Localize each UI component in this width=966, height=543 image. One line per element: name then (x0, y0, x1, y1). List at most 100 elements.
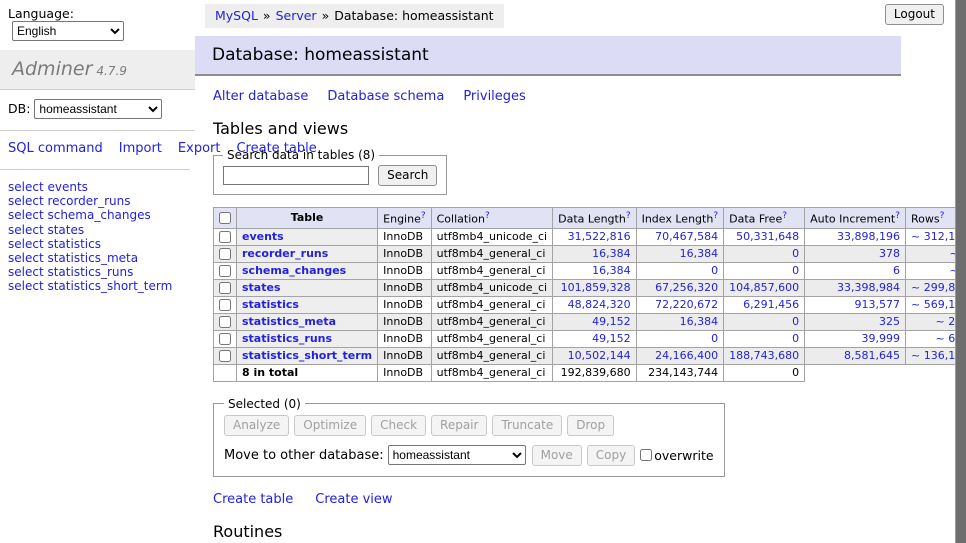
auto-increment-value[interactable]: 378 (879, 247, 900, 260)
data-free-value[interactable]: 0 (792, 332, 799, 345)
index-length-value[interactable]: 67,256,320 (655, 281, 718, 294)
row-checkbox[interactable] (219, 282, 231, 294)
row-checkbox[interactable] (219, 265, 231, 277)
overwrite-checkbox[interactable] (640, 449, 652, 461)
select-all-checkbox[interactable] (219, 212, 231, 224)
repair-button[interactable]: Repair (431, 415, 487, 436)
main-inner: Alter databaseDatabase schemaPrivileges … (195, 76, 966, 543)
sidebar-select-states[interactable]: select states (8, 223, 187, 237)
auto-increment-value[interactable]: 325 (879, 315, 900, 328)
search-legend: Search data in tables (8) (223, 148, 379, 162)
sidebar-select-schema-changes[interactable]: select schema_changes (8, 208, 187, 222)
engine-cell: InnoDB (378, 347, 431, 364)
data-free-value[interactable]: 0 (792, 264, 799, 277)
rows-help-link[interactable]: ? (940, 211, 945, 221)
auto-increment-value[interactable]: 913,577 (855, 298, 901, 311)
data-free-value[interactable]: 0 (792, 247, 799, 260)
sql-command-link[interactable]: SQL command (8, 141, 103, 156)
table-link[interactable]: recorder_runs (242, 247, 328, 260)
data-length-value[interactable]: 31,522,816 (568, 230, 631, 243)
row-checkbox[interactable] (219, 333, 231, 345)
data-length-value[interactable]: 10,502,144 (568, 349, 631, 362)
search-fieldset: Search data in tables (8) Search (213, 148, 447, 195)
column-header-auto-increment: Auto Increment (810, 213, 895, 226)
data-free-value[interactable]: 6,291,456 (743, 298, 799, 311)
auto-increment-help-link[interactable]: ? (895, 211, 900, 221)
optimize-button[interactable]: Optimize (294, 415, 366, 436)
row-checkbox[interactable] (219, 248, 231, 260)
sidebar-select-statistics-runs[interactable]: select statistics_runs (8, 265, 187, 279)
column-header-data-length: Data Length (558, 213, 626, 226)
data-length-value[interactable]: 49,152 (592, 332, 631, 345)
copy-button[interactable]: Copy (587, 445, 635, 466)
breadcrumb-server-link[interactable]: Server (276, 8, 317, 23)
data-free-help-link[interactable]: ? (782, 211, 787, 221)
data-length-value[interactable]: 16,384 (592, 264, 631, 277)
check-button[interactable]: Check (371, 415, 426, 436)
language-select[interactable]: English (12, 21, 124, 41)
index-length-value[interactable]: 0 (711, 264, 718, 277)
index-length-value[interactable]: 16,384 (680, 247, 719, 260)
row-checkbox[interactable] (219, 350, 231, 362)
overwrite-label[interactable]: overwrite (654, 448, 713, 463)
index-length-help-link[interactable]: ? (713, 211, 718, 221)
privileges-link[interactable]: Privileges (463, 89, 526, 104)
sidebar-select-statistics-short-term[interactable]: select statistics_short_term (8, 279, 187, 293)
table-link[interactable]: schema_changes (242, 264, 346, 277)
index-length-value[interactable]: 0 (711, 332, 718, 345)
index-length-value[interactable]: 24,166,400 (655, 349, 718, 362)
sidebar-select-events[interactable]: select events (8, 180, 187, 194)
engine-help-link[interactable]: ? (421, 211, 426, 221)
index-length-value[interactable]: 70,467,584 (655, 230, 718, 243)
data-length-help-link[interactable]: ? (626, 211, 631, 221)
move-button[interactable]: Move (532, 445, 582, 466)
data-free-value[interactable]: 50,331,648 (736, 230, 799, 243)
table-link[interactable]: statistics (242, 298, 299, 311)
row-checkbox[interactable] (219, 316, 231, 328)
import-link[interactable]: Import (119, 141, 162, 156)
search-button[interactable]: Search (378, 165, 437, 186)
data-length-value[interactable]: 101,859,328 (561, 281, 631, 294)
auto-increment-value[interactable]: 6 (893, 264, 900, 277)
data-free-value[interactable]: 104,857,600 (729, 281, 799, 294)
sidebar-select-recorder-runs[interactable]: select recorder_runs (8, 194, 187, 208)
search-input[interactable] (223, 166, 369, 185)
move-label: Move to other database: (224, 448, 384, 463)
db-select[interactable]: homeassistant (34, 99, 162, 119)
auto-increment-value[interactable]: 8,581,645 (844, 349, 900, 362)
truncate-button[interactable]: Truncate (492, 415, 562, 436)
data-free-value[interactable]: 0 (792, 315, 799, 328)
data-length-value[interactable]: 49,152 (592, 315, 631, 328)
table-link[interactable]: statistics_runs (242, 332, 332, 345)
data-length-value[interactable]: 48,824,320 (568, 298, 631, 311)
drop-button[interactable]: Drop (567, 415, 614, 436)
engine-cell: InnoDB (378, 313, 431, 330)
vertical-scrollbar[interactable] (955, 0, 966, 543)
sidebar-select-statistics-meta[interactable]: select statistics_meta (8, 251, 187, 265)
index-length-value[interactable]: 72,220,672 (655, 298, 718, 311)
alter-database-link[interactable]: Alter database (213, 89, 308, 104)
data-free-value[interactable]: 188,743,680 (729, 349, 799, 362)
table-link[interactable]: states (242, 281, 281, 294)
collation-cell: utf8mb4_general_ci (431, 330, 552, 347)
index-length-value[interactable]: 16,384 (680, 315, 719, 328)
collation-help-link[interactable]: ? (485, 211, 490, 221)
table-link[interactable]: statistics_meta (242, 315, 336, 328)
create-table-link[interactable]: Create table (213, 492, 293, 507)
auto-increment-value[interactable]: 39,999 (862, 332, 901, 345)
auto-increment-value[interactable]: 33,398,984 (837, 281, 900, 294)
auto-increment-value[interactable]: 33,898,196 (837, 230, 900, 243)
row-checkbox[interactable] (219, 299, 231, 311)
create-view-link[interactable]: Create view (315, 492, 392, 507)
logout-button[interactable]: Logout (885, 4, 944, 25)
move-db-select[interactable]: homeassistant (388, 445, 526, 465)
analyze-button[interactable]: Analyze (224, 415, 289, 436)
table-link[interactable]: statistics_short_term (242, 349, 372, 362)
data-length-value[interactable]: 16,384 (592, 247, 631, 260)
breadcrumb-mysql-link[interactable]: MySQL (215, 8, 258, 23)
database-schema-link[interactable]: Database schema (327, 89, 444, 104)
breadcrumb-current: Database: homeassistant (334, 8, 493, 23)
table-link[interactable]: events (242, 230, 284, 243)
row-checkbox[interactable] (219, 231, 231, 243)
sidebar-select-statistics[interactable]: select statistics (8, 237, 187, 251)
